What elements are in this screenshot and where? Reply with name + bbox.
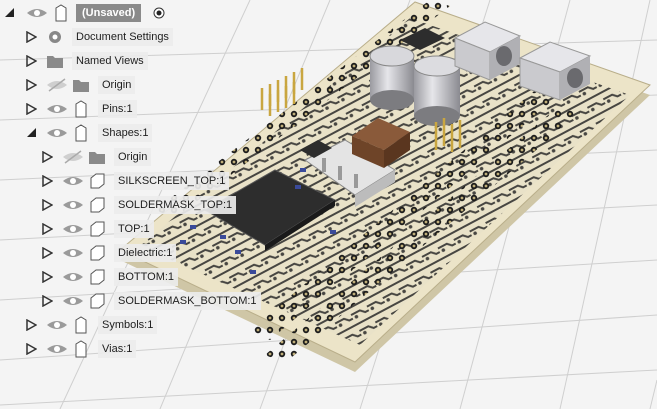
browser-item-label: SILKSCREEN_TOP:1 xyxy=(114,172,230,190)
expand-right-arrow-icon[interactable] xyxy=(42,151,53,163)
expand-right-arrow-icon[interactable] xyxy=(42,175,53,187)
browser-item-label: Pins:1 xyxy=(98,100,137,118)
browser-item-silkscreen-top[interactable]: SILKSCREEN_TOP:1 xyxy=(0,170,240,192)
browser-item-shapes-origin[interactable]: Origin xyxy=(0,146,180,168)
visibility-eye-icon[interactable] xyxy=(62,198,84,212)
component-icon xyxy=(75,100,87,118)
browser-item-label: Vias:1 xyxy=(98,340,137,358)
visibility-eye-icon[interactable] xyxy=(26,6,48,20)
browser-item-label: Origin xyxy=(98,76,136,94)
expand-right-arrow-icon[interactable] xyxy=(26,103,37,115)
expand-right-arrow-icon[interactable] xyxy=(26,343,37,355)
component-icon xyxy=(75,124,87,142)
capacitor-2[interactable] xyxy=(413,55,461,126)
visibility-eye-icon[interactable] xyxy=(46,342,68,356)
browser-item-label: Document Settings xyxy=(72,28,173,46)
expand-right-arrow-icon[interactable] xyxy=(42,295,53,307)
browser-item-label: TOP:1 xyxy=(114,220,154,238)
folder-icon xyxy=(73,80,89,92)
expand-right-arrow-icon[interactable] xyxy=(42,247,53,259)
expand-right-arrow-icon[interactable] xyxy=(26,319,37,331)
gear-icon xyxy=(49,31,61,43)
browser-item-pins[interactable]: Pins:1 xyxy=(0,98,180,120)
visibility-eye-icon[interactable] xyxy=(62,222,84,236)
browser-item-label: SOLDERMASK_BOTTOM:1 xyxy=(114,292,261,310)
browser-item-document-settings[interactable]: Document Settings xyxy=(0,26,180,48)
browser-item-label: BOTTOM:1 xyxy=(114,268,179,286)
expand-down-arrow-icon[interactable] xyxy=(4,7,15,19)
visibility-hidden-eye-icon[interactable] xyxy=(62,150,84,164)
browser-item-soldermask-bottom[interactable]: SOLDERMASK_BOTTOM:1 xyxy=(0,290,261,312)
visibility-eye-icon[interactable] xyxy=(46,126,68,140)
folder-icon xyxy=(89,152,105,164)
browser-item-label: Symbols:1 xyxy=(98,316,158,334)
document-icon xyxy=(55,4,67,22)
expand-right-arrow-icon[interactable] xyxy=(42,271,53,283)
body-icon xyxy=(90,173,105,189)
browser-item-dielectric[interactable]: Dielectric:1 xyxy=(0,242,200,264)
folder-icon xyxy=(47,56,63,68)
browser-item-vias[interactable]: Vias:1 xyxy=(0,338,180,360)
browser-item-top[interactable]: TOP:1 xyxy=(0,218,200,240)
capacitor-1[interactable] xyxy=(369,45,415,110)
browser-root-row[interactable]: (Unsaved) xyxy=(0,2,170,24)
browser-item-bottom[interactable]: BOTTOM:1 xyxy=(0,266,200,288)
visibility-eye-icon[interactable] xyxy=(62,174,84,188)
active-radio-icon[interactable] xyxy=(153,7,165,19)
expand-right-arrow-icon[interactable] xyxy=(26,55,37,67)
body-icon xyxy=(90,293,105,309)
document-name-label: (Unsaved) xyxy=(76,4,142,22)
visibility-eye-icon[interactable] xyxy=(62,270,84,284)
browser-item-origin[interactable]: Origin xyxy=(0,74,180,96)
component-icon xyxy=(75,316,87,334)
browser-item-label: Named Views xyxy=(72,52,148,70)
browser-item-shapes[interactable]: Shapes:1 xyxy=(0,122,180,144)
expand-down-arrow-icon[interactable] xyxy=(26,127,37,139)
visibility-eye-icon[interactable] xyxy=(46,318,68,332)
browser-item-named-views[interactable]: Named Views xyxy=(0,50,180,72)
visibility-hidden-eye-icon[interactable] xyxy=(46,78,68,92)
body-icon xyxy=(90,245,105,261)
visibility-eye-icon[interactable] xyxy=(46,102,68,116)
expand-right-arrow-icon[interactable] xyxy=(26,79,37,91)
browser-item-label: Dielectric:1 xyxy=(114,244,177,262)
expand-right-arrow-icon[interactable] xyxy=(26,31,37,43)
visibility-eye-icon[interactable] xyxy=(62,294,84,308)
visibility-eye-icon[interactable] xyxy=(62,246,84,260)
browser-item-label: Origin xyxy=(114,148,152,166)
body-icon xyxy=(90,197,105,213)
browser-item-label: SOLDERMASK_TOP:1 xyxy=(114,196,237,214)
body-icon xyxy=(90,221,105,237)
expand-right-arrow-icon[interactable] xyxy=(42,223,53,235)
expand-right-arrow-icon[interactable] xyxy=(42,199,53,211)
browser-item-symbols[interactable]: Symbols:1 xyxy=(0,314,180,336)
browser-item-soldermask-top[interactable]: SOLDERMASK_TOP:1 xyxy=(0,194,240,216)
browser-item-label: Shapes:1 xyxy=(98,124,153,142)
body-icon xyxy=(90,269,105,285)
component-icon xyxy=(75,340,87,358)
